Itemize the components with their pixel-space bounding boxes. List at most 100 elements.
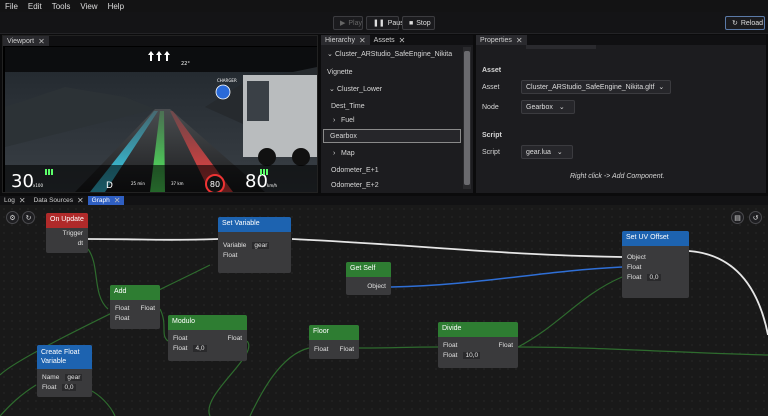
reload-button[interactable]: ↻ Reload [725, 16, 765, 30]
float-wire [159, 308, 169, 342]
reload-icon: ↻ [732, 20, 738, 27]
hud-temp: 22° [181, 61, 190, 67]
tab-properties[interactable]: Properties ✕ [476, 35, 527, 45]
properties-tabs: Properties ✕ [476, 35, 766, 45]
stop-button[interactable]: ■ Stop [402, 16, 435, 30]
toolbar: ▶ Play ❚❚ Pause ■ Stop ↻ Reload [0, 12, 768, 34]
exec-wire [291, 238, 623, 258]
chevron-down-icon: ⌄ [658, 84, 665, 91]
asset-label: Asset [482, 84, 500, 91]
close-icon[interactable]: ✕ [77, 196, 84, 205]
float-wire [249, 347, 310, 416]
charger-icon [215, 84, 231, 100]
chevron-right-icon[interactable]: › [333, 150, 341, 157]
close-icon[interactable]: ✕ [359, 36, 366, 45]
tree-item-selected[interactable]: Gearbox [323, 129, 461, 143]
hud-speed-left: 30 [11, 171, 34, 192]
lane-arrows-icon [148, 51, 170, 61]
asset-section-header: Asset [482, 67, 502, 74]
graph-settings-icon[interactable]: ⚙ [6, 211, 19, 224]
divide-value-field[interactable]: 10,0 [463, 351, 481, 359]
tree-item[interactable]: Odometer_E+1 [323, 163, 461, 177]
node-get-self[interactable]: Get Self Object [346, 262, 391, 295]
chevron-right-icon[interactable]: › [333, 117, 341, 124]
hud-distance-1: 25 min [131, 181, 145, 186]
float-wire [517, 346, 768, 356]
node-set-uv-offset[interactable]: Set UV Offset Object Float Float 0,0 [622, 231, 689, 298]
play-button[interactable]: ▶ Play [333, 16, 363, 30]
driving-scene-image: 30 x100 80 km/h D 25 min 37 km 22° CHARG… [5, 47, 317, 192]
node-on-update[interactable]: On Update Trigger dt [46, 213, 88, 253]
node-modulo[interactable]: Modulo Float Float Float 4,0 [168, 315, 247, 361]
properties-panel: Properties ✕ Asset Asset Cluster_ARStudio… [476, 35, 766, 193]
node-graph-canvas[interactable]: ⚙ ↻ ▤ ↺ On Update Trigger dt Set Variabl… [0, 205, 768, 416]
node-dropdown[interactable]: Gearbox ⌄ [521, 100, 575, 114]
node-add[interactable]: Add Float Float Float [110, 285, 160, 329]
script-label: Script [482, 149, 500, 156]
float-wire [358, 346, 439, 349]
exec-wire [87, 238, 219, 241]
pause-icon: ❚❚ [373, 20, 385, 27]
hierarchy-tabs: Hierarchy ✕ Assets ✕ [321, 35, 473, 45]
menu-view[interactable]: View [75, 0, 102, 12]
hud-charger-label: CHARGER [217, 78, 237, 83]
hierarchy-scrollbar[interactable] [463, 47, 471, 189]
viewport-render[interactable]: 30 x100 80 km/h D 25 min 37 km 22° CHARG… [5, 47, 317, 192]
chevron-down-icon[interactable]: ⌄ [329, 85, 337, 93]
name-value-field[interactable]: gear [65, 373, 83, 381]
tree-item[interactable]: ⌄ Cluster_ARStudio_SafeEngine_Nikita [323, 47, 461, 61]
add-component-hint: Right click -> Add Component. [570, 173, 665, 180]
menu-file[interactable]: File [0, 0, 23, 12]
tree-item[interactable]: › Map [323, 146, 461, 160]
hud-speed-left-unit: x100 [33, 183, 43, 188]
scrollbar-thumb[interactable] [464, 51, 470, 185]
float-wire [87, 248, 109, 310]
hierarchy-panel: Hierarchy ✕ Assets ✕ ⌄ Cluster_ARStudio_Saf… [321, 35, 473, 193]
graph-reset-icon[interactable]: ↺ [749, 211, 762, 224]
float-wire [89, 389, 116, 416]
tab-log[interactable]: Log ✕ [0, 196, 30, 205]
tab-graph[interactable]: Graph ✕ [87, 196, 125, 205]
chevron-down-icon: ⌄ [558, 104, 565, 111]
tab-assets[interactable]: Assets ✕ [370, 35, 410, 45]
menu-tools[interactable]: Tools [47, 0, 76, 12]
script-dropdown[interactable]: gear.lua ⌄ [521, 145, 573, 159]
viewport-tabs: Viewport ✕ [3, 36, 317, 46]
node-divide[interactable]: Divide Float Float Float 10,0 [438, 322, 518, 368]
graph-refresh-icon[interactable]: ↻ [22, 211, 35, 224]
modulo-value-field[interactable]: 4,0 [193, 344, 207, 352]
menu-help[interactable]: Help [103, 0, 129, 12]
close-icon[interactable]: ✕ [114, 196, 121, 205]
script-section-header: Script [482, 132, 502, 139]
tab-data-sources[interactable]: Data Sources ✕ [30, 196, 88, 205]
tree-item[interactable]: Dest_Time [323, 99, 461, 113]
float-value-field[interactable]: 0,0 [62, 383, 76, 391]
node-set-variable[interactable]: Set Variable Variable gear Float [218, 217, 291, 273]
tree-item[interactable]: ⌄ Cluster_Lower [323, 82, 461, 96]
chevron-down-icon: ⌄ [556, 149, 563, 156]
tab-hierarchy[interactable]: Hierarchy ✕ [321, 35, 370, 45]
close-icon[interactable]: ✕ [38, 37, 45, 46]
hud-speed-right-unit: km/h [267, 183, 278, 188]
menu-edit[interactable]: Edit [23, 0, 47, 12]
exec-wire [688, 250, 768, 336]
tab-viewport[interactable]: Viewport ✕ [3, 36, 49, 46]
stop-icon: ■ [409, 19, 414, 27]
pause-button[interactable]: ❚❚ Pause [366, 16, 408, 30]
chevron-down-icon[interactable]: ⌄ [327, 50, 335, 58]
clipped-field [526, 45, 596, 49]
viewport-panel: Viewport ✕ 30 x100 80 km/h D 25 min 37 k… [2, 35, 318, 193]
close-icon[interactable]: ✕ [399, 36, 406, 45]
node-floor[interactable]: Floor Float Float [309, 325, 359, 359]
uv-offset-value-field[interactable]: 0,0 [647, 273, 661, 281]
graph-save-icon[interactable]: ▤ [731, 211, 744, 224]
tree-item[interactable]: › Fuel [323, 113, 461, 127]
float-wire [517, 276, 623, 348]
close-icon[interactable]: ✕ [516, 36, 523, 45]
tree-item[interactable]: Vignette [323, 65, 461, 79]
variable-value-field[interactable]: gear [252, 241, 270, 249]
asset-dropdown[interactable]: Cluster_ARStudio_SafeEngine_Nikita.gltf ⌄ [521, 80, 671, 94]
node-create-float-variable[interactable]: Create Float Variable Name gear Float 0,0 [37, 345, 92, 397]
close-icon[interactable]: ✕ [19, 196, 26, 205]
tree-item[interactable]: Odometer_E+2 [323, 178, 461, 192]
